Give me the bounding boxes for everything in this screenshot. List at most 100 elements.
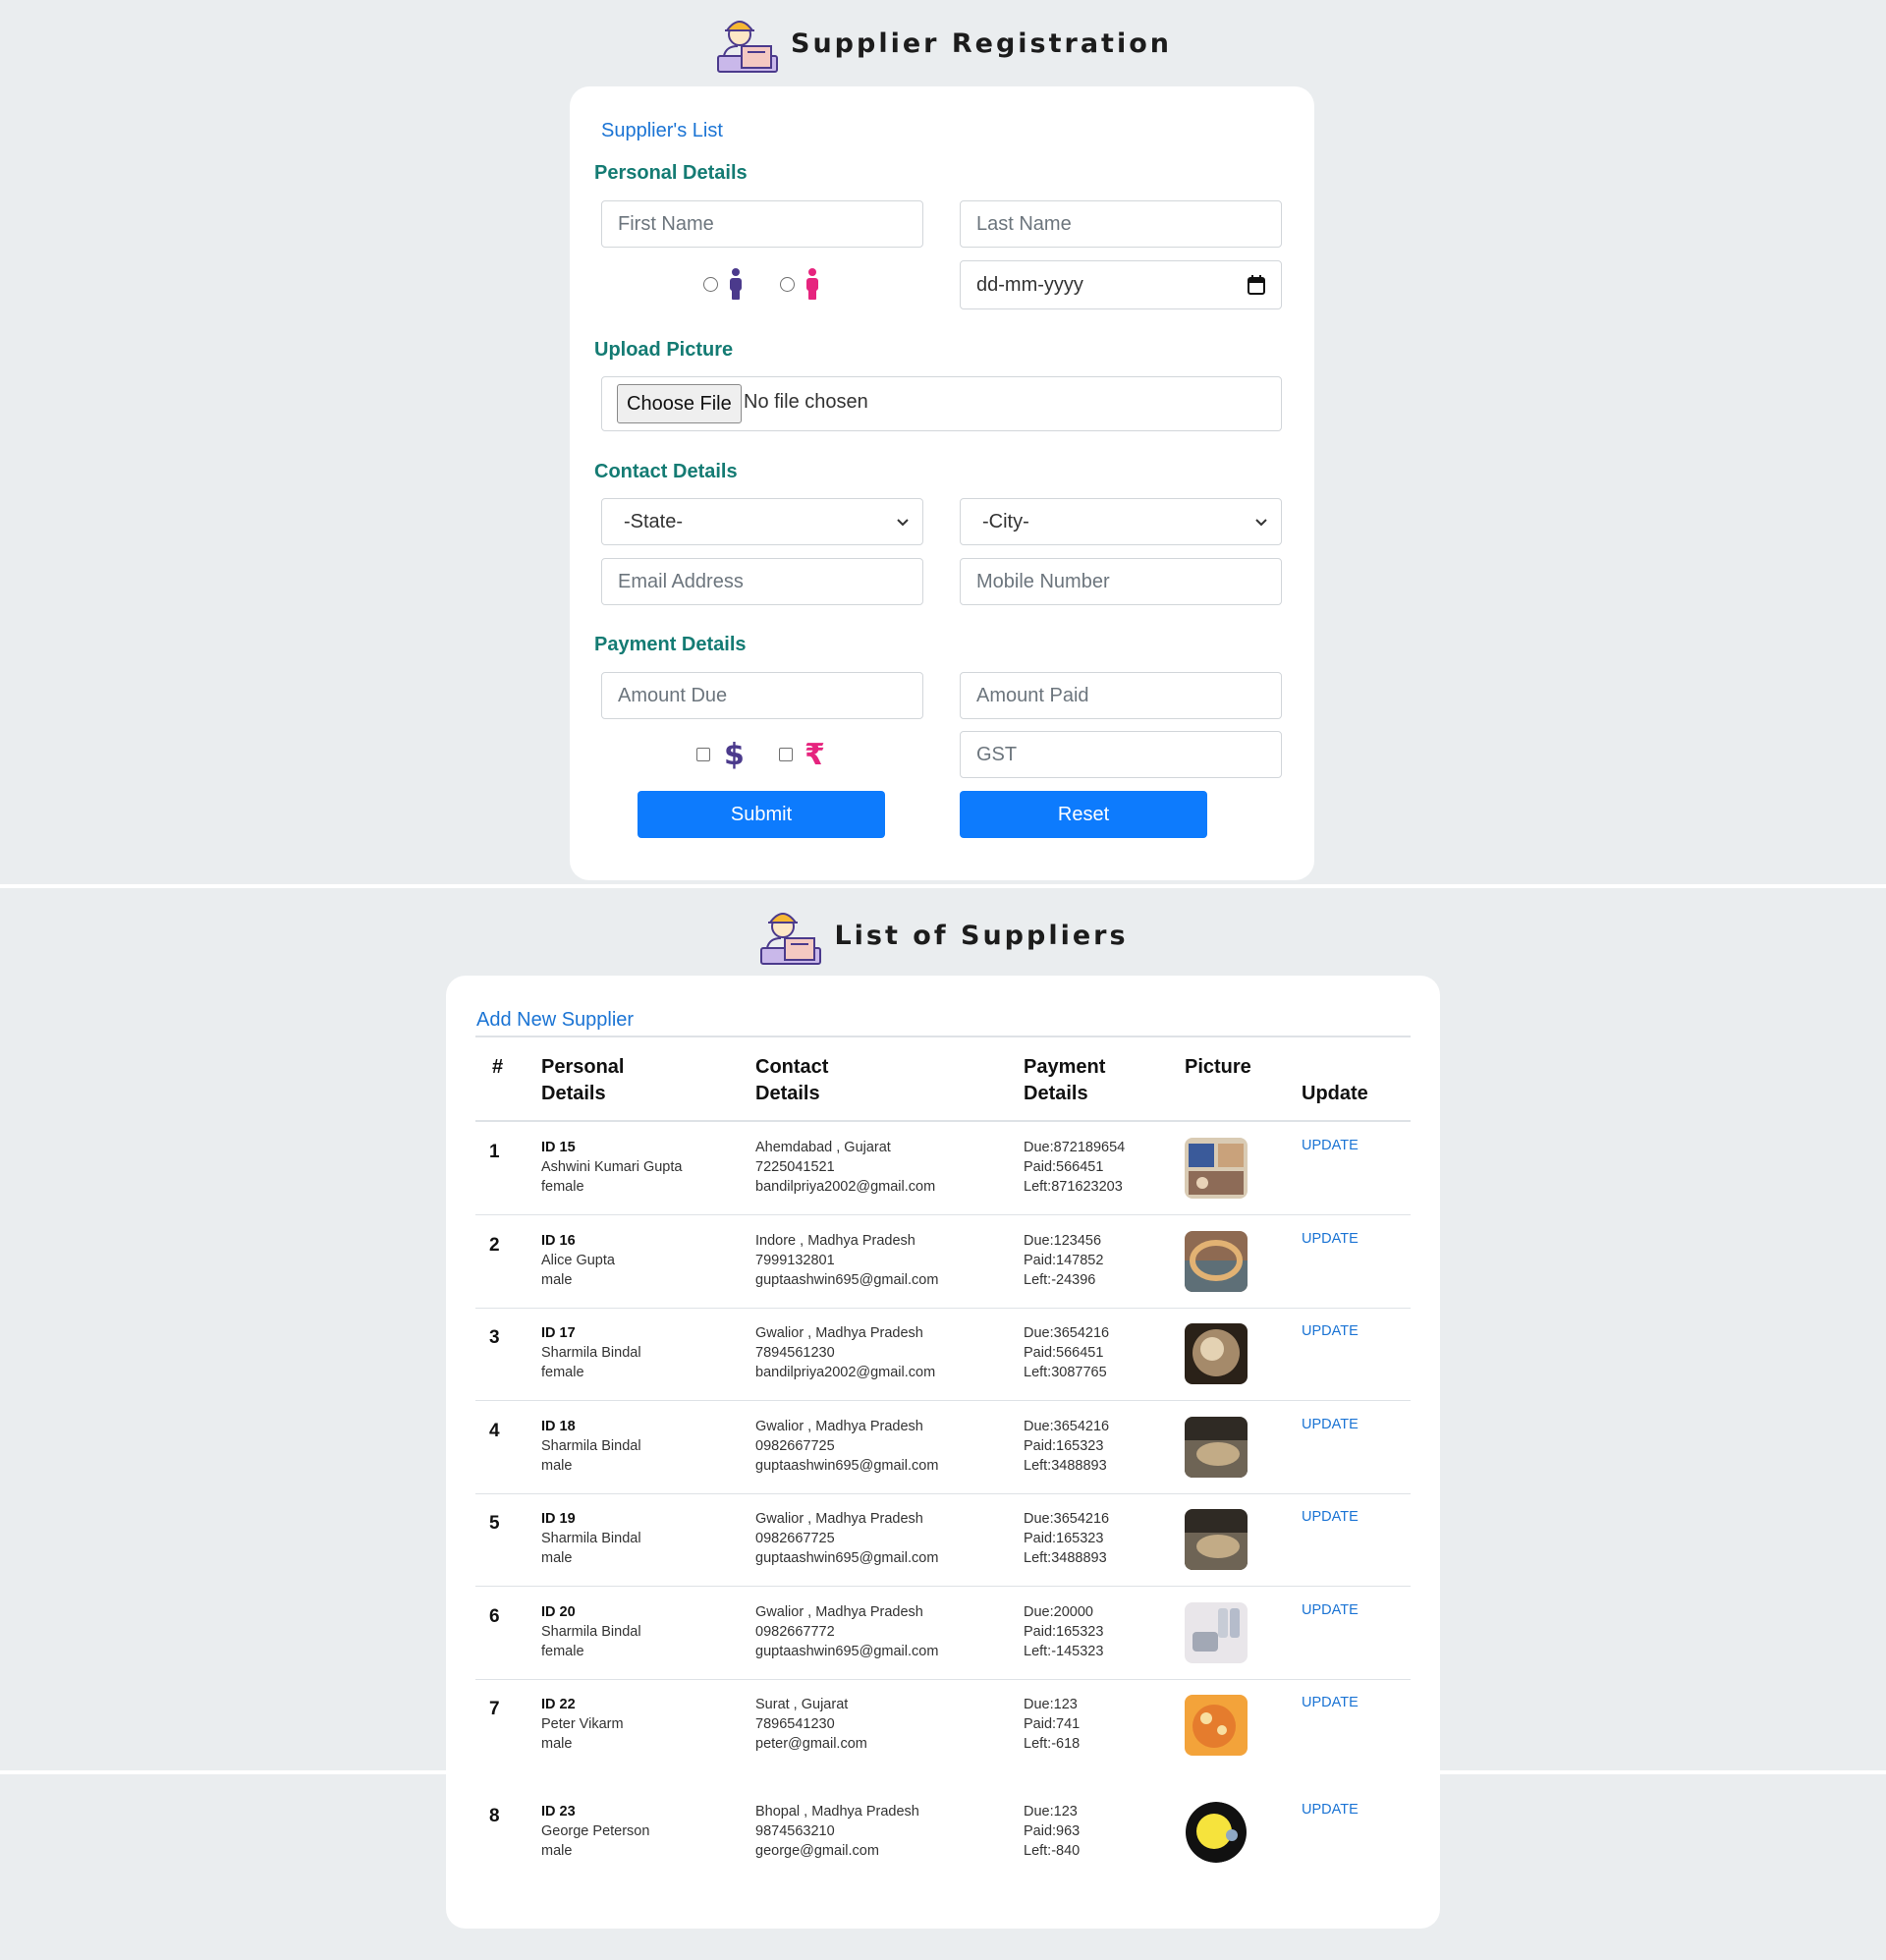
amount-due: Due:3654216: [1024, 1511, 1110, 1527]
city-select[interactable]: -City-: [960, 498, 1282, 545]
chevron-down-icon: [897, 519, 909, 527]
stitch-line: [0, 1770, 1886, 1774]
amount-paid: Paid:165323: [1024, 1531, 1104, 1546]
update-link[interactable]: UPDATE: [1302, 1417, 1359, 1432]
supplier-location: Gwalior , Madhya Pradesh: [755, 1603, 923, 1620]
amount-paid-field[interactable]: Amount Paid: [960, 672, 1282, 719]
supplier-phone: 7225041521: [755, 1159, 835, 1175]
amount-left: Left:-840: [1024, 1842, 1081, 1859]
payment-details-cell: Due:123 Paid:741 Left:-618: [1024, 1695, 1080, 1754]
supplier-email: guptaashwin695@gmail.com: [755, 1271, 939, 1288]
row-number: 8: [489, 1805, 500, 1826]
row-number: 1: [489, 1142, 500, 1162]
supplier-gender: female: [541, 1365, 584, 1380]
amount-paid: Paid:963: [1024, 1822, 1081, 1839]
supplier-location: Surat , Gujarat: [755, 1697, 849, 1712]
table-row: 6 ID 20 Sharmila Bindal female Gwalior , Mad…: [475, 1587, 1411, 1680]
personal-details-cell: ID 20 Sharmila Bindal female: [541, 1602, 641, 1661]
supplier-id: ID 23: [541, 1803, 576, 1820]
amount-due: Due:3654216: [1024, 1325, 1110, 1341]
table-row: 2 ID 16 Alice Gupta male Indore , Madhya Pra…: [475, 1215, 1411, 1309]
personal-details-cell: ID 16 Alice Gupta male: [541, 1231, 615, 1290]
update-link[interactable]: UPDATE: [1302, 1802, 1359, 1818]
supplier-phone: 0982667725: [755, 1531, 835, 1546]
rupee-checkbox[interactable]: [779, 748, 793, 761]
state-selected-value: -State-: [624, 510, 684, 532]
contact-details-heading: Contact Details: [594, 461, 738, 482]
payment-details-cell: Due:3654216 Paid:165323 Left:3488893: [1024, 1509, 1109, 1568]
supplier-worker-icon: [760, 913, 822, 965]
update-link[interactable]: UPDATE: [1302, 1323, 1359, 1339]
amount-left: Left:-618: [1024, 1736, 1081, 1752]
update-link[interactable]: UPDATE: [1302, 1138, 1359, 1153]
row-number: 7: [489, 1699, 500, 1719]
female-radio[interactable]: [780, 277, 795, 292]
date-of-birth-field[interactable]: dd-mm-yyyy: [960, 260, 1282, 309]
supplier-email: guptaashwin695@gmail.com: [755, 1550, 939, 1566]
header-personal-details: Personal Details: [541, 1054, 624, 1107]
personal-details-cell: ID 18 Sharmila Bindal male: [541, 1417, 641, 1476]
update-link[interactable]: UPDATE: [1302, 1231, 1359, 1247]
amount-paid: Paid:741: [1024, 1716, 1081, 1732]
personal-details-cell: ID 17 Sharmila Bindal female: [541, 1323, 641, 1382]
gst-field[interactable]: GST: [960, 731, 1282, 778]
header-contact-line1: Contact: [755, 1056, 829, 1078]
supplier-location: Ahemdabad , Gujarat: [755, 1140, 891, 1155]
header-payment-line2: Details: [1024, 1083, 1088, 1104]
row-number: 2: [489, 1234, 500, 1256]
table-row: 5 ID 19 Sharmila Bindal male Gwalior , Madhy…: [475, 1493, 1411, 1587]
supplier-id: ID 16: [541, 1232, 576, 1249]
male-radio[interactable]: [703, 277, 718, 292]
table-top-line: [475, 1036, 1411, 1037]
contact-details-cell: Gwalior , Madhya Pradesh 0982667725 guptaa…: [755, 1509, 938, 1568]
amount-paid: Paid:147852: [1024, 1252, 1104, 1268]
amount-left: Left:-145323: [1024, 1643, 1104, 1659]
dollar-checkbox[interactable]: [696, 748, 710, 761]
calendar-icon[interactable]: [1248, 275, 1265, 295]
table-row: 4 ID 18 Sharmila Bindal male Gwalior , Madhy…: [475, 1401, 1411, 1494]
supplier-id: ID 15: [541, 1140, 576, 1155]
choose-file-button[interactable]: Choose File: [617, 384, 742, 423]
amount-due: Due:872189654: [1024, 1140, 1126, 1155]
email-field[interactable]: Email Address: [601, 558, 923, 605]
amount-left: Left:3488893: [1024, 1550, 1107, 1566]
supplier-gender: male: [541, 1271, 573, 1288]
amount-due: Due:123: [1024, 1803, 1078, 1820]
header-update: Update: [1302, 1083, 1368, 1104]
female-person-icon: [806, 268, 818, 300]
supplier-phone: 9874563210: [755, 1822, 835, 1839]
chevron-down-icon: [1255, 519, 1267, 527]
supplier-name: Sharmila Bindal: [541, 1437, 641, 1454]
supplier-id: ID 17: [541, 1325, 576, 1341]
supplier-location: Gwalior , Madhya Pradesh: [755, 1418, 923, 1434]
supplier-phone: 0982667725: [755, 1437, 835, 1454]
add-new-supplier-link[interactable]: Add New Supplier: [476, 1009, 634, 1032]
supplier-gender: female: [541, 1643, 584, 1659]
first-name-field[interactable]: First Name: [601, 200, 923, 248]
reset-button[interactable]: Reset: [960, 791, 1207, 838]
update-link[interactable]: UPDATE: [1302, 1602, 1359, 1618]
registration-card: Supplier's List Personal Details First N…: [570, 86, 1314, 880]
mobile-field[interactable]: Mobile Number: [960, 558, 1282, 605]
submit-button[interactable]: Submit: [638, 791, 885, 838]
amount-due-field[interactable]: Amount Due: [601, 672, 923, 719]
last-name-field[interactable]: Last Name: [960, 200, 1282, 248]
table-row: 7 ID 22 Peter Vikarm male Surat , Gujarat 789…: [475, 1679, 1411, 1772]
dollar-icon: $: [724, 738, 743, 770]
supplier-phone: 7894561230: [755, 1345, 835, 1361]
amount-left: Left:3488893: [1024, 1457, 1107, 1474]
payment-details-cell: Due:123456 Paid:147852 Left:-24396: [1024, 1231, 1103, 1290]
suppliers-list-link[interactable]: Supplier's List: [601, 120, 723, 142]
row-number: 3: [489, 1327, 500, 1348]
update-link[interactable]: UPDATE: [1302, 1695, 1359, 1710]
personal-details-cell: ID 22 Peter Vikarm male: [541, 1695, 624, 1754]
personal-details-cell: ID 15 Ashwini Kumari Gupta female: [541, 1138, 682, 1197]
supplier-name: Sharmila Bindal: [541, 1531, 641, 1546]
payment-details-cell: Due:3654216 Paid:165323 Left:3488893: [1024, 1417, 1109, 1476]
state-select[interactable]: -State-: [601, 498, 923, 545]
update-link[interactable]: UPDATE: [1302, 1509, 1359, 1525]
row-number: 4: [489, 1420, 500, 1441]
header-contact-line2: Details: [755, 1083, 820, 1104]
contact-details-cell: Indore , Madhya Pradesh 7999132801 guptaas…: [755, 1231, 938, 1290]
supplier-id: ID 18: [541, 1418, 576, 1434]
